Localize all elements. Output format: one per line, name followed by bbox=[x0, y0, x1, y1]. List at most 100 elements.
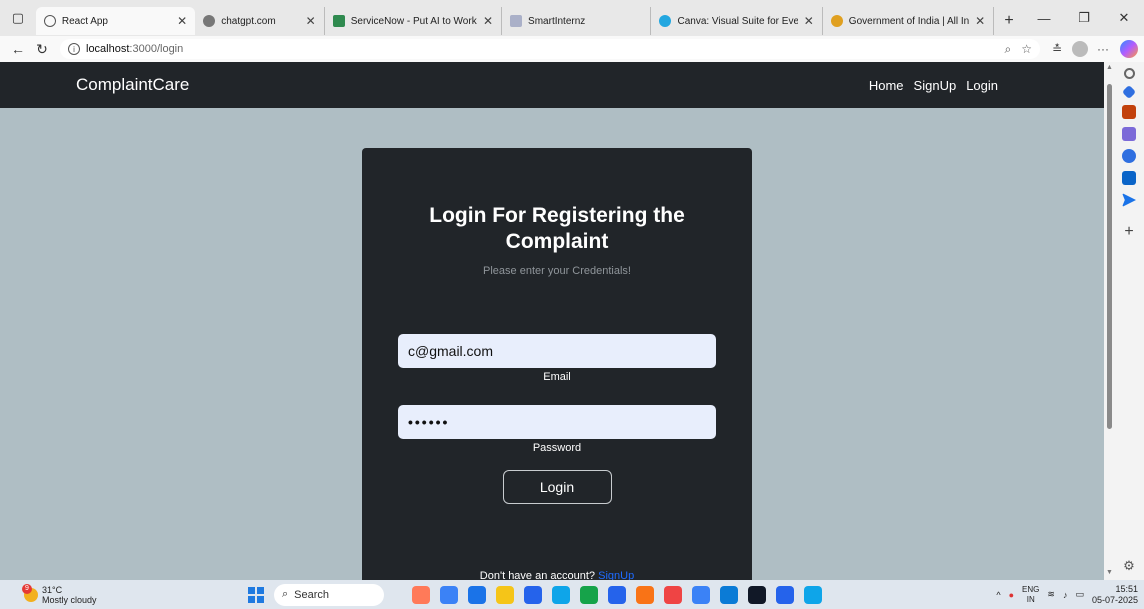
nav-links: Home SignUp Login bbox=[869, 78, 998, 93]
taskbar-app-icon[interactable] bbox=[776, 585, 794, 604]
copilot-sidebar-icon[interactable] bbox=[1122, 149, 1136, 163]
taskbar-app-icon[interactable] bbox=[440, 585, 458, 604]
address-bar: ← ↻ i localhost:3000/login ⌕ ☆ ≛ ··· bbox=[0, 36, 1144, 62]
signup-prompt-text: Don't have an account? bbox=[479, 570, 596, 580]
refresh-icon[interactable]: ↻ bbox=[30, 38, 54, 60]
windows-taskbar: 9 31°C Mostly cloudy ⌕ Search ^ ● ENG IN… bbox=[0, 580, 1144, 609]
back-icon[interactable]: ← bbox=[6, 38, 30, 60]
password-label: Password bbox=[532, 442, 582, 454]
login-button[interactable]: Login bbox=[502, 470, 612, 504]
tab-canva[interactable]: Canva: Visual Suite for Every ✕ bbox=[651, 7, 823, 35]
edge-sidebar: + ⚙ bbox=[1114, 62, 1144, 580]
taskbar-app-icon[interactable] bbox=[468, 585, 486, 604]
login-card: Login For Registering the Complaint Plea… bbox=[362, 148, 752, 580]
tab-title: ServiceNow - Put AI to Work bbox=[350, 15, 477, 27]
tag-icon[interactable] bbox=[1121, 84, 1137, 100]
app-navbar: ComplaintCare Home SignUp Login bbox=[0, 62, 1104, 108]
search-icon[interactable] bbox=[1123, 68, 1135, 79]
taskbar-search[interactable]: ⌕ Search bbox=[274, 583, 384, 606]
tab-title: Government of India | All Ini bbox=[848, 15, 970, 27]
password-field[interactable]: •••••• bbox=[398, 405, 716, 439]
favorites-icon[interactable]: ≛ bbox=[1046, 38, 1068, 60]
weather-desc: Mostly cloudy bbox=[42, 594, 97, 605]
taskbar-app-icon[interactable] bbox=[524, 585, 542, 604]
nav-home-link[interactable]: Home bbox=[869, 78, 904, 93]
tab-servicenow[interactable]: ServiceNow - Put AI to Work ✕ bbox=[325, 7, 503, 35]
url-input[interactable]: i localhost:3000/login ⌕ ☆ bbox=[60, 39, 1040, 59]
close-window-icon[interactable]: ✕ bbox=[1104, 0, 1144, 36]
taskbar-app-icon[interactable] bbox=[664, 585, 682, 604]
restore-icon[interactable]: ❐ bbox=[1064, 0, 1104, 36]
scroll-down-icon[interactable]: ▼ bbox=[1106, 569, 1113, 576]
taskbar-app-icon[interactable] bbox=[608, 585, 626, 604]
servicenow-icon bbox=[332, 15, 345, 27]
nav-signup-link[interactable]: SignUp bbox=[914, 78, 957, 93]
close-icon[interactable]: ✕ bbox=[975, 14, 985, 28]
taskbar-app-icon[interactable] bbox=[496, 585, 514, 604]
taskbar-app-icon[interactable] bbox=[804, 585, 822, 604]
government-icon bbox=[830, 15, 843, 27]
taskbar-app-icon[interactable] bbox=[748, 585, 766, 604]
start-button[interactable] bbox=[248, 586, 264, 603]
tab-title: SmartInternz bbox=[528, 15, 586, 27]
show-hidden-icons[interactable]: ^ bbox=[996, 590, 1000, 600]
info-icon[interactable]: i bbox=[68, 43, 80, 55]
taskbar-app-icon[interactable] bbox=[552, 585, 570, 604]
email-field[interactable]: c@gmail.com bbox=[398, 334, 716, 368]
settings-gear-icon[interactable]: ⚙ bbox=[1123, 558, 1135, 574]
email-label: Email bbox=[543, 371, 571, 383]
weather-temp: 31°C bbox=[42, 584, 63, 595]
signup-link[interactable]: SignUp bbox=[598, 570, 634, 580]
scroll-up-icon[interactable]: ▲ bbox=[1106, 64, 1113, 71]
tab-government[interactable]: Government of India | All Ini ✕ bbox=[823, 7, 995, 35]
copilot-icon[interactable] bbox=[1120, 40, 1138, 58]
close-icon[interactable]: ✕ bbox=[483, 14, 493, 28]
language-indicator[interactable]: ENG IN bbox=[1022, 585, 1039, 605]
profile-avatar[interactable] bbox=[1072, 41, 1088, 57]
send-icon[interactable] bbox=[1122, 193, 1136, 207]
favorite-star-icon[interactable]: ☆ bbox=[1021, 42, 1032, 56]
weather-badge: 9 bbox=[22, 583, 32, 594]
close-icon[interactable]: ✕ bbox=[306, 14, 316, 28]
tab-smartinternz[interactable]: SmartInternz bbox=[502, 7, 652, 35]
browser-tabstrip: ▢ React App ✕ chatgpt.com ✕ ServiceNow -… bbox=[0, 0, 1144, 36]
taskbar-app-icon[interactable] bbox=[580, 585, 598, 604]
outlook-icon[interactable] bbox=[1122, 171, 1136, 185]
tab-chatgpt[interactable]: chatgpt.com ✕ bbox=[195, 7, 325, 35]
battery-icon[interactable]: ▭ bbox=[1075, 589, 1084, 600]
signup-prompt: Don't have an account? SignUp bbox=[362, 570, 752, 580]
taskbar-app-icon[interactable] bbox=[692, 585, 710, 604]
canva-icon bbox=[659, 15, 672, 27]
new-tab-button[interactable]: + bbox=[994, 7, 1024, 35]
system-tray: ^ ● ENG IN ≋ ♪ ▭ 15:51 05-07-2025 bbox=[996, 584, 1144, 606]
taskbar-app-icon[interactable] bbox=[720, 585, 738, 604]
close-icon[interactable]: ✕ bbox=[804, 14, 814, 28]
clock[interactable]: 15:51 05-07-2025 bbox=[1092, 584, 1138, 606]
read-aloud-icon[interactable]: ⌕ bbox=[1005, 42, 1012, 57]
wifi-icon[interactable]: ≋ bbox=[1047, 589, 1055, 600]
tray-app-icon[interactable]: ● bbox=[1009, 590, 1014, 600]
scrollbar-thumb[interactable] bbox=[1107, 84, 1112, 429]
weather-cloud-icon: 9 bbox=[22, 583, 38, 602]
url-text: localhost:3000/login bbox=[86, 43, 184, 55]
tab-react-app[interactable]: React App ✕ bbox=[35, 7, 196, 35]
brand-logo[interactable]: ComplaintCare bbox=[76, 75, 189, 95]
nav-login-link[interactable]: Login bbox=[966, 78, 998, 93]
page-scrollbar[interactable]: ▲ ▼ bbox=[1104, 62, 1114, 580]
volume-icon[interactable]: ♪ bbox=[1063, 590, 1068, 600]
taskbar-search-label: Search bbox=[294, 588, 330, 601]
minimize-icon[interactable]: — bbox=[1024, 0, 1064, 36]
taskbar-app-icon[interactable] bbox=[412, 585, 430, 604]
more-options-icon[interactable]: ··· bbox=[1092, 38, 1114, 60]
taskbar-app-icon[interactable] bbox=[636, 585, 654, 604]
briefcase-icon[interactable] bbox=[1122, 105, 1136, 119]
tab-title: chatgpt.com bbox=[221, 15, 276, 27]
add-icon[interactable]: + bbox=[1124, 223, 1133, 241]
close-icon[interactable]: ✕ bbox=[177, 14, 187, 28]
weather-widget[interactable]: 9 31°C Mostly cloudy bbox=[0, 583, 240, 605]
tab-actions-icon[interactable]: ▢ bbox=[0, 0, 36, 36]
page-viewport: ComplaintCare Home SignUp Login Login Fo… bbox=[0, 62, 1104, 580]
globe-icon bbox=[43, 15, 56, 27]
search-icon: ⌕ bbox=[282, 588, 289, 600]
games-icon[interactable] bbox=[1122, 127, 1136, 141]
